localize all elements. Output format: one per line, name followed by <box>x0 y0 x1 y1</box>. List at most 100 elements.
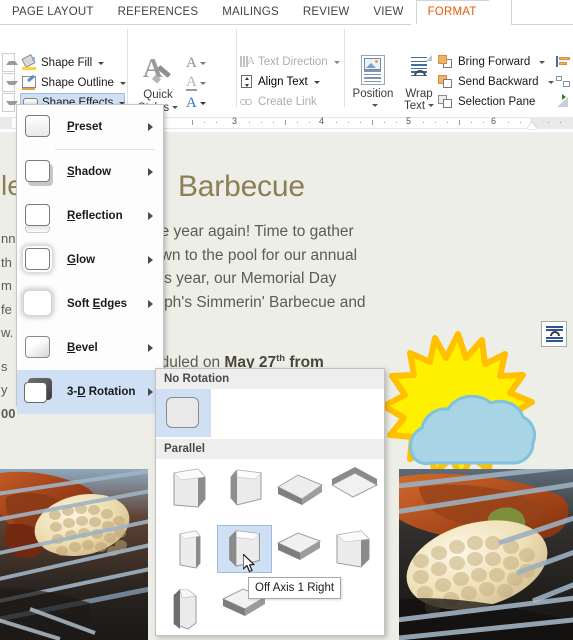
position-icon <box>356 55 390 87</box>
menu-item-glow[interactable]: Glow <box>17 238 163 282</box>
paint-bucket-icon <box>21 53 37 71</box>
menu-item-soft-edges-label: Soft Edges <box>67 298 128 310</box>
menu-item-reflection[interactable]: Reflection <box>17 194 163 238</box>
shape-fill-label: Shape Fill <box>41 57 93 69</box>
gallery-scroll-down-button[interactable] <box>2 73 18 92</box>
rotation-thumb <box>336 530 370 568</box>
align-text-button[interactable]: Align Text <box>240 72 338 92</box>
sun-behind-cloud-clipart[interactable] <box>372 330 552 490</box>
rotation-thumb <box>276 474 324 505</box>
gallery-item-off-axis-2-left[interactable] <box>162 585 217 633</box>
wordart-style-buttons: A A A <box>186 53 234 113</box>
wrap-text-label-1: Wrap <box>405 88 433 100</box>
shape-styles-gallery-scroll[interactable] <box>2 53 18 115</box>
ribbon-tabs: PAGE LAYOUT REFERENCES MAILINGS REVIEW V… <box>0 0 489 25</box>
page-title: Barbecue <box>178 170 305 203</box>
align-text-label: Align Text <box>258 76 308 88</box>
ruler-number-4: 4 <box>319 116 325 126</box>
menu-item-soft-edges[interactable]: Soft Edges <box>17 282 163 326</box>
shadow-thumb-icon <box>22 158 53 186</box>
menu-item-reflection-label: Reflection <box>67 210 123 222</box>
chevron-down-icon <box>333 60 340 64</box>
menu-item-shadow[interactable]: Shadow <box>17 150 163 194</box>
chevron-down-icon <box>119 81 126 85</box>
selection-pane-label: Selection Pane <box>458 96 536 108</box>
no-rotation-row <box>156 389 384 437</box>
shape-outline-button[interactable]: Shape Outline <box>20 73 126 93</box>
rotation-thumb <box>230 469 262 506</box>
rotation-thumb-icon <box>22 378 53 406</box>
tab-references[interactable]: REFERENCES <box>106 0 211 25</box>
text-direction-icon: A <box>240 55 255 69</box>
bring-forward-label: Bring Forward <box>458 56 531 68</box>
create-link-button[interactable]: Create Link <box>240 92 338 112</box>
para2-ordinal: th <box>276 353 286 364</box>
preset-thumb-icon <box>22 113 53 141</box>
gallery-more-button[interactable] <box>2 93 18 112</box>
chevron-down-icon <box>539 60 546 64</box>
rotate-objects-button[interactable] <box>556 93 572 113</box>
text-direction-label: Text Direction <box>258 56 328 68</box>
text-fill-button[interactable]: A <box>186 53 234 73</box>
clipped-body-fragments: nn th m fe w. s y 00 <box>1 231 16 421</box>
tab-page-layout[interactable]: PAGE LAYOUT <box>0 0 106 25</box>
link-icon <box>240 95 254 109</box>
wrap-text-button[interactable]: Wrap Text <box>398 55 440 112</box>
text-outline-button[interactable]: A <box>186 73 234 93</box>
pen-outline-icon <box>22 74 37 91</box>
ruler-right-indent-marker[interactable] <box>527 122 537 129</box>
tab-mailings[interactable]: MAILINGS <box>210 0 291 25</box>
photo-right-art <box>399 469 573 640</box>
tab-review[interactable]: REVIEW <box>291 0 362 25</box>
ruler-margin-left <box>0 117 12 129</box>
ribbon-tab-bar: PAGE LAYOUT REFERENCES MAILINGS REVIEW V… <box>0 0 573 25</box>
gallery-item-off-axis-1-top[interactable] <box>272 525 327 573</box>
bring-forward-icon <box>438 55 453 69</box>
chevron-down-icon <box>547 80 554 84</box>
document-paragraph-1: he year again! Time to gather own to the… <box>152 223 366 311</box>
group-objects-button[interactable] <box>556 73 572 93</box>
send-backward-button[interactable]: Send Backward <box>438 72 554 92</box>
shape-fill-button[interactable]: Shape Fill <box>20 53 125 73</box>
barbecue-photo-right[interactable] <box>399 469 573 640</box>
menu-item-glow-label: Glow <box>67 254 96 266</box>
ruler-number-6: 6 <box>491 116 497 126</box>
tab-format[interactable]: FORMAT <box>415 0 489 25</box>
text-group-commands: A Text Direction Align Text Create Link <box>240 52 340 112</box>
parallel-row-2 <box>156 519 384 579</box>
shape-effects-dropdown-menu[interactable]: Preset Shadow Reflection Glow Soft Edges… <box>16 104 164 414</box>
parallel-row-1 <box>156 459 384 519</box>
tab-view[interactable]: VIEW <box>361 0 415 25</box>
text-direction-button[interactable]: A Text Direction <box>240 52 340 72</box>
reflection-thumb-icon <box>22 202 53 233</box>
chevron-right-icon <box>148 123 153 131</box>
menu-item-bevel[interactable]: Bevel <box>17 326 163 370</box>
gallery-item-no-rotation[interactable] <box>156 389 211 437</box>
barbecue-photo-left[interactable] <box>0 469 148 640</box>
gallery-item-isometric-left-down[interactable] <box>217 465 272 513</box>
menu-item-3d-rotation[interactable]: 3-D Rotation <box>17 370 163 414</box>
text-effects-button[interactable]: A <box>186 93 234 113</box>
chevron-down-icon <box>199 81 206 85</box>
chevron-down-icon <box>428 104 435 108</box>
layout-options-icon[interactable] <box>541 321 567 347</box>
send-backward-icon <box>438 75 453 89</box>
text-fill-icon: A <box>186 54 197 71</box>
gallery-item-isometric-top-down[interactable] <box>327 465 382 513</box>
create-link-label: Create Link <box>258 96 317 108</box>
gallery-item-off-axis-1-left[interactable] <box>162 525 217 573</box>
group-separator <box>236 29 237 107</box>
menu-item-shadow-label: Shadow <box>67 166 112 178</box>
gallery-item-isometric-right-up[interactable] <box>272 465 327 513</box>
gallery-item-off-axis-2-right[interactable] <box>327 525 382 573</box>
menu-item-preset[interactable]: Preset <box>17 105 163 149</box>
gallery-scroll-up-button[interactable] <box>2 53 18 72</box>
bring-forward-button[interactable]: Bring Forward <box>438 52 548 72</box>
position-button[interactable]: Position <box>350 55 396 112</box>
gallery-item-isometric-top-up[interactable] <box>162 465 217 513</box>
ruler-number-5: 5 <box>406 116 412 126</box>
quick-styles-icon: A <box>131 55 185 89</box>
align-objects-button[interactable] <box>556 53 572 73</box>
selection-pane-button[interactable]: Selection Pane <box>438 92 548 112</box>
send-backward-label: Send Backward <box>458 76 539 88</box>
